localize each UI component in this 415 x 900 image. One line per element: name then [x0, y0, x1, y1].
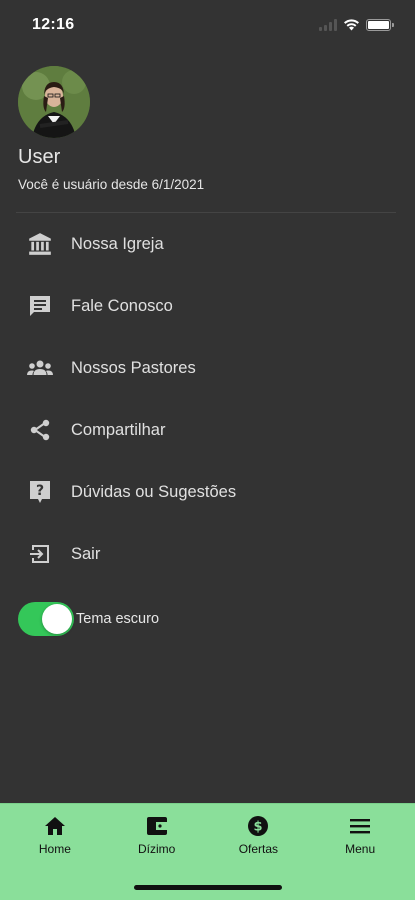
avatar — [18, 66, 90, 138]
people-icon — [26, 354, 54, 382]
logout-icon — [26, 540, 54, 568]
status-bar: 12:16 — [0, 0, 415, 50]
signal-icon — [319, 19, 337, 31]
status-icons — [319, 19, 394, 31]
chat-icon — [26, 292, 54, 320]
help-icon: ? — [26, 478, 54, 506]
menu-item-duvidas-sugestoes[interactable]: ? Dúvidas ou Sugestões — [0, 461, 415, 523]
menu-item-label: Sair — [71, 544, 101, 563]
profile-header: User Você é usuário desde 6/1/2021 — [18, 66, 398, 192]
menu-item-nossos-pastores[interactable]: Nossos Pastores — [0, 337, 415, 399]
menu-item-label: Dúvidas ou Sugestões — [71, 482, 237, 501]
tab-menu[interactable]: Menu — [310, 814, 410, 856]
tab-label: Dízimo — [137, 842, 176, 856]
home-indicator — [134, 885, 282, 890]
dark-theme-label: Tema escuro — [76, 611, 160, 627]
drawer-menu: Nossa Igreja Fale Conosco Nossos Pastore… — [0, 213, 415, 585]
menu-item-label: Nossa Igreja — [71, 234, 164, 253]
status-time: 12:16 — [32, 16, 75, 33]
battery-icon — [366, 19, 394, 31]
tab-home[interactable]: Home — [5, 814, 105, 856]
share-icon — [26, 416, 54, 444]
svg-text:$: $ — [254, 820, 263, 835]
tab-label: Home — [38, 842, 71, 856]
tab-ofertas[interactable]: $ Ofertas — [208, 814, 308, 856]
member-since-text: Você é usuário desde 6/1/2021 — [18, 177, 205, 192]
menu-item-label: Nossos Pastores — [71, 358, 196, 377]
tab-label: Menu — [345, 842, 376, 856]
menu-icon — [348, 814, 372, 838]
toggle-knob — [42, 604, 72, 634]
menu-item-fale-conosco[interactable]: Fale Conosco — [0, 275, 415, 337]
svg-text:?: ? — [36, 483, 44, 499]
user-name: User — [18, 146, 61, 168]
tab-dizimo[interactable]: Dízimo — [107, 814, 207, 856]
menu-item-sair[interactable]: Sair — [0, 523, 415, 585]
bottom-tab-bar: Home Dízimo $ Ofertas Menu — [0, 803, 415, 900]
bank-icon — [26, 230, 54, 258]
menu-item-compartilhar[interactable]: Compartilhar — [0, 399, 415, 461]
wifi-icon — [344, 19, 359, 31]
dark-theme-row: Tema escuro — [18, 602, 159, 636]
wallet-icon — [145, 814, 169, 838]
dollar-icon: $ — [246, 814, 270, 838]
menu-item-label: Fale Conosco — [71, 296, 173, 315]
tab-label: Ofertas — [238, 842, 279, 856]
menu-item-nossa-igreja[interactable]: Nossa Igreja — [0, 213, 415, 275]
menu-item-label: Compartilhar — [71, 420, 166, 439]
home-icon — [43, 814, 67, 838]
dark-theme-toggle[interactable] — [18, 602, 74, 636]
